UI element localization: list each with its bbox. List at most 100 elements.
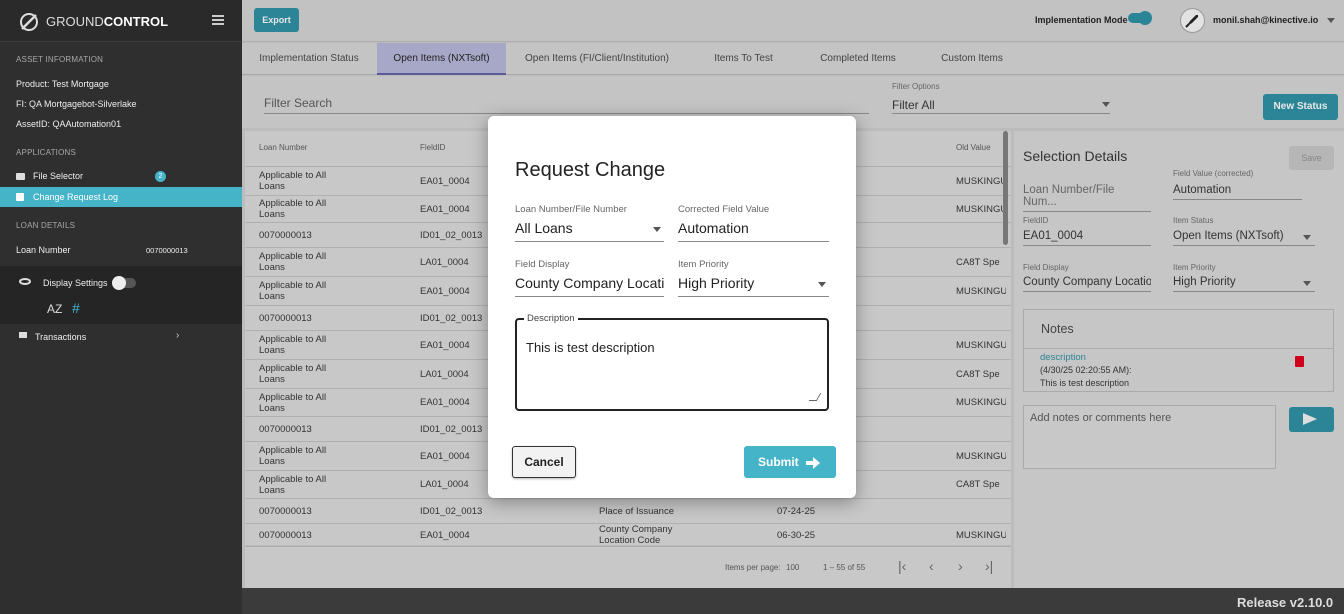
filter-options-select[interactable]: Filter All <box>892 96 1110 114</box>
cell-old: CA8T Spe <box>956 368 1000 380</box>
sidebar: GROUNDCONTROL ASSET INFORMATION Product:… <box>0 0 242 614</box>
loan-number-label: Loan Number <box>16 245 71 255</box>
comment-textarea[interactable]: Add notes or comments here <box>1023 405 1276 469</box>
cell-display: County Company Location Code <box>599 524 673 546</box>
resize-handle-icon[interactable] <box>808 393 822 401</box>
first-page-icon[interactable]: |‹ <box>898 558 906 574</box>
log-icon <box>16 193 24 201</box>
tab-open-items-nxtsoft[interactable]: Open Items (NXTsoft) <box>377 43 506 75</box>
next-page-icon[interactable]: › <box>958 558 963 574</box>
logo-text: GROUNDCONTROL <box>46 14 168 29</box>
cell-field: EA01_0004 <box>420 529 470 541</box>
tab-custom-items[interactable]: Custom Items <box>917 43 1027 75</box>
fieldid-input[interactable]: EA01_0004 <box>1023 230 1151 246</box>
asset-info-header: ASSET INFORMATION <box>16 55 104 64</box>
note-link[interactable]: description <box>1040 352 1086 363</box>
item-status-value: Open Items (NXTsoft) <box>1173 230 1284 242</box>
item-priority-select[interactable]: High Priority <box>678 275 829 297</box>
user-menu[interactable]: monil.shah@kinective.io <box>1180 8 1340 34</box>
send-comment-button[interactable] <box>1289 407 1334 432</box>
last-page-icon[interactable]: ›| <box>985 558 993 574</box>
cell-old: CA8T Spe <box>956 479 1000 490</box>
tab-items-to-test[interactable]: Items To Test <box>688 43 799 75</box>
prev-page-icon[interactable]: ‹ <box>929 558 934 574</box>
display-settings-label: Display Settings <box>43 278 108 288</box>
top-bar: Export Implementation Mode monil.shah@ki… <box>242 0 1344 42</box>
implementation-mode-toggle[interactable] <box>1128 11 1152 25</box>
field-display-label: Field Display <box>1023 263 1069 272</box>
sidebar-item-transactions[interactable]: Transactions › <box>0 328 242 346</box>
table-row[interactable]: 0070000013 ID01_02_0013 Place of Issuance 0… <box>245 498 1011 523</box>
change-request-log-label: Change Request Log <box>33 192 119 202</box>
chevron-down-icon <box>1102 102 1110 107</box>
table-row[interactable]: 0070000013 EA01_0004 County Company Locati… <box>245 523 1011 546</box>
header-old-value: Old Value <box>956 143 991 152</box>
note-time: (4/30/25 02:20:55 AM): <box>1040 365 1132 375</box>
display-settings-toggle[interactable] <box>112 276 136 290</box>
cell-loan: Applicable to All Loans <box>259 391 327 414</box>
implementation-mode-label: Implementation Mode <box>1035 15 1128 25</box>
new-status-button[interactable]: New Status <box>1263 94 1338 120</box>
per-page-select[interactable]: 100 <box>786 563 799 572</box>
tab-open-items-fi[interactable]: Open Items (FI/Client/Institution) <box>507 43 687 75</box>
per-page-label: Items per page: <box>725 563 781 572</box>
cell-loan: 0070000013 <box>259 529 312 541</box>
transactions-icon <box>19 332 27 338</box>
header-field-id: FieldID <box>420 143 446 152</box>
priority-label: Item Priority <box>1173 263 1216 272</box>
dialog-title: Request Change <box>515 159 666 181</box>
priority-value: High Priority <box>1173 276 1236 288</box>
folder-icon <box>16 173 25 180</box>
sort-az-icon[interactable]: AZ <box>47 302 62 316</box>
field-display-input[interactable]: County Company Locatio <box>1023 276 1151 292</box>
loan-number-input[interactable]: Loan Number/File Num... <box>1023 184 1151 212</box>
loan-number-select[interactable]: All Loans <box>515 220 664 242</box>
tab-completed-items[interactable]: Completed Items <box>800 43 916 75</box>
item-status-select[interactable]: Open Items (NXTsoft) <box>1173 230 1315 246</box>
export-button[interactable]: Export <box>254 8 299 32</box>
field-display-field-label: Field Display <box>515 259 570 270</box>
note-text: This is test description <box>1040 378 1130 388</box>
corrected-value-label: Corrected Field Value <box>678 204 770 215</box>
request-change-dialog: Request Change Loan Number/File Number A… <box>488 116 856 498</box>
tab-bar: Implementation Status Open Items (NXTsof… <box>242 43 1344 75</box>
submit-label: Submit <box>758 455 799 469</box>
file-selector-badge: 2 <box>155 171 166 182</box>
product-info: Product: Test Mortgage <box>16 79 109 89</box>
fieldid-label: FieldID <box>1023 216 1049 225</box>
filter-search-input[interactable]: Filter Search <box>264 96 869 114</box>
field-value-input[interactable]: Automation <box>1173 184 1302 200</box>
transactions-label: Transactions <box>35 332 87 342</box>
field-value-label: Field Value (corrected) <box>1173 169 1254 178</box>
sidebar-item-file-selector[interactable]: File Selector 2 <box>0 168 242 186</box>
trash-icon[interactable] <box>1295 356 1304 367</box>
table-scrollbar[interactable] <box>1003 131 1008 245</box>
cancel-button[interactable]: Cancel <box>512 446 576 478</box>
chevron-down-icon <box>818 282 826 287</box>
chevron-down-icon <box>653 227 661 232</box>
item-status-label: Item Status <box>1173 216 1214 225</box>
corrected-value-input[interactable]: Automation <box>678 220 829 242</box>
cell-loan: Applicable to All Loans <box>259 363 327 385</box>
fi-info: FI: QA Mortgagebot-Silverlake <box>16 99 137 109</box>
cell-newv: 07-24-25 <box>777 505 816 517</box>
description-label: Description <box>524 313 578 324</box>
save-button[interactable]: Save <box>1289 146 1334 170</box>
cell-old: MUSKINGU <box>956 285 1006 297</box>
description-textarea[interactable]: Description This is test description <box>515 313 829 411</box>
field-display-field-input[interactable]: County Company Locatio <box>515 275 664 297</box>
menu-icon[interactable] <box>212 15 224 25</box>
selection-details-panel: Selection Details Save Field Value (corr… <box>1014 131 1344 588</box>
loan-number-select-value: All Loans <box>515 220 573 236</box>
cell-display: Place of Issuance <box>599 505 674 517</box>
submit-button[interactable]: Submit <box>744 446 836 478</box>
tab-implementation-status[interactable]: Implementation Status <box>242 43 376 75</box>
hash-icon[interactable]: # <box>72 300 80 316</box>
rocket-avatar-icon <box>1180 8 1205 33</box>
sidebar-item-change-request-log[interactable]: Change Request Log <box>0 187 242 207</box>
logo-text-b: CONTROL <box>103 14 169 29</box>
cell-old: MUSKINGU <box>956 529 1006 541</box>
file-selector-label: File Selector <box>33 171 84 181</box>
logo-icon <box>18 11 40 33</box>
priority-select[interactable]: High Priority <box>1173 276 1315 292</box>
